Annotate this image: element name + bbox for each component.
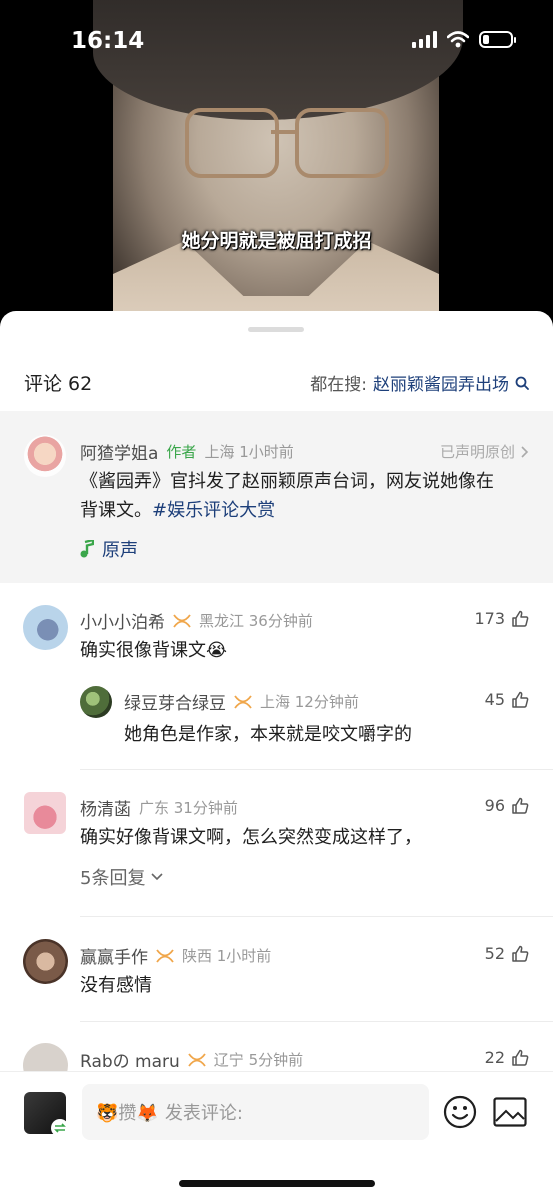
thumbs-up-icon [512,1049,529,1066]
thumbs-up-icon [512,945,529,962]
author-tag: 作者 [166,443,197,461]
vip-badge-icon [156,948,174,963]
input-placeholder: 发表评论: [164,1103,243,1124]
original-sound-link[interactable]: 原声 [80,536,138,562]
music-note-icon [80,540,94,558]
home-indicator[interactable] [179,1180,375,1187]
pinned-text: 《酱园弄》官抖发了赵丽颖原声台词，网友说她像在 背课文。#娱乐评论大赏 [80,467,530,525]
pinned-author-post: 阿猹学姐a 作者 上海 1小时前 已声明原创 《酱园弄》官抖发了赵丽颖原声台词，… [0,411,553,583]
divider [80,1021,553,1022]
location-time: 广东 31分钟前 [139,799,238,817]
declared-original[interactable]: 已声明原创 [440,441,529,462]
comment-username-row: Rabの maru 辽宁 5分钟前 [80,1047,303,1072]
avatar[interactable] [23,939,68,984]
pinned-text-line1: 《酱园弄》官抖发了赵丽颖原声台词，网友说她像在 [80,471,494,492]
avatar[interactable] [24,435,66,477]
input-prefix: 🐯攒🦊 [96,1103,159,1124]
comment-text: 没有感情 [80,975,152,996]
reply-username-row: 绿豆芽合绿豆 上海 12分钟前 [124,689,359,714]
video-subtitle: 她分明就是被屈打成招 [181,230,372,252]
expand-replies-button[interactable]: 5条回复 [80,864,164,890]
vip-badge-icon [173,613,191,628]
divider [80,916,553,917]
like-button[interactable]: 45 [485,690,529,709]
thumbs-up-icon [512,691,529,708]
comment-count: 评论 62 [24,373,93,395]
username[interactable]: Rabの maru [80,1047,180,1072]
comment-input-bar: 🐯攒🦊 发表评论: [0,1071,553,1199]
comment-text: 确实很像背课文😭 [80,640,228,661]
like-count: 173 [474,609,505,628]
trending-search[interactable]: 都在搜: 赵丽颖酱园弄出场 [310,370,529,395]
location-time: 黑龙江 36分钟前 [199,612,313,630]
like-count: 52 [484,944,505,963]
like-button[interactable]: 96 [485,796,529,815]
vip-badge-icon [234,694,252,709]
search-prefix: 都在搜: [310,375,367,395]
declared-label: 已声明原创 [439,443,515,461]
thumbs-up-icon [512,797,529,814]
like-button[interactable]: 52 [485,944,529,963]
pinned-text-line2: 背课文。#娱乐评论大赏 [80,496,530,525]
location-time: 上海 1小时前 [204,443,294,461]
video-player[interactable]: 她分明就是被屈打成招 16:14 [0,0,553,335]
avatar[interactable] [80,686,112,718]
username[interactable]: 绿豆芽合绿豆 [124,689,226,714]
location-time: 辽宁 5分钟前 [213,1051,304,1069]
signal-icon [412,30,437,48]
comment-text: 确实好像背课文啊，怎么突然变成这样了， [80,827,422,848]
like-count: 22 [484,1048,505,1067]
hashtag-link[interactable]: #娱乐评论大赏 [152,500,275,521]
battery-icon [479,30,516,48]
comment-header: 评论 62 都在搜: 赵丽颖酱园弄出场 [24,369,529,396]
like-button[interactable]: 173 [474,609,529,628]
image-icon[interactable] [493,1097,527,1127]
username[interactable]: 小小小泊希 [80,608,165,633]
username[interactable]: 阿猹学姐a [80,439,158,464]
avatar[interactable] [23,605,68,650]
username[interactable]: 杨清菡 [80,795,131,820]
replies-label: 5条回复 [80,868,146,889]
like-count: 45 [484,690,505,709]
chevron-down-icon [151,873,164,881]
like-count: 96 [484,796,505,815]
wifi-icon [447,30,469,47]
comment-input[interactable]: 🐯攒🦊 发表评论: [82,1084,429,1140]
location-time: 陕西 1小时前 [182,947,272,965]
thumbs-up-icon [512,610,529,627]
pinned-text-plain: 背课文。 [80,500,152,521]
search-keyword[interactable]: 赵丽颖酱园弄出场 [373,370,509,395]
comment-username-row: 小小小泊希 黑龙江 36分钟前 [80,608,313,633]
status-time: 16:14 [71,28,145,54]
chevron-right-icon [521,445,529,458]
comment-sheet: 评论 62 都在搜: 赵丽颖酱园弄出场 阿猹学姐a 作者 上海 1小时前 已声明… [0,311,553,1199]
reply-text: 她角色是作家，本来就是咬文嚼字的 [124,724,412,745]
username[interactable]: 赢赢手作 [80,943,148,968]
video-frame [93,0,463,335]
location-time: 上海 12分钟前 [260,693,359,711]
switch-icon[interactable] [50,1118,70,1138]
like-button[interactable]: 22 [485,1048,529,1067]
search-icon [515,376,529,390]
emoji-icon[interactable] [443,1095,477,1129]
vip-badge-icon [188,1052,206,1067]
pinned-username-row: 阿猹学姐a 作者 上海 1小时前 [80,439,294,464]
divider [80,769,553,770]
sheet-drag-handle[interactable] [248,327,304,332]
comment-username-row: 赢赢手作 陕西 1小时前 [80,943,271,968]
status-icons [412,30,516,48]
comment-username-row: 杨清菡 广东 31分钟前 [80,795,238,820]
original-sound-label: 原声 [102,540,138,561]
avatar[interactable] [24,792,66,834]
